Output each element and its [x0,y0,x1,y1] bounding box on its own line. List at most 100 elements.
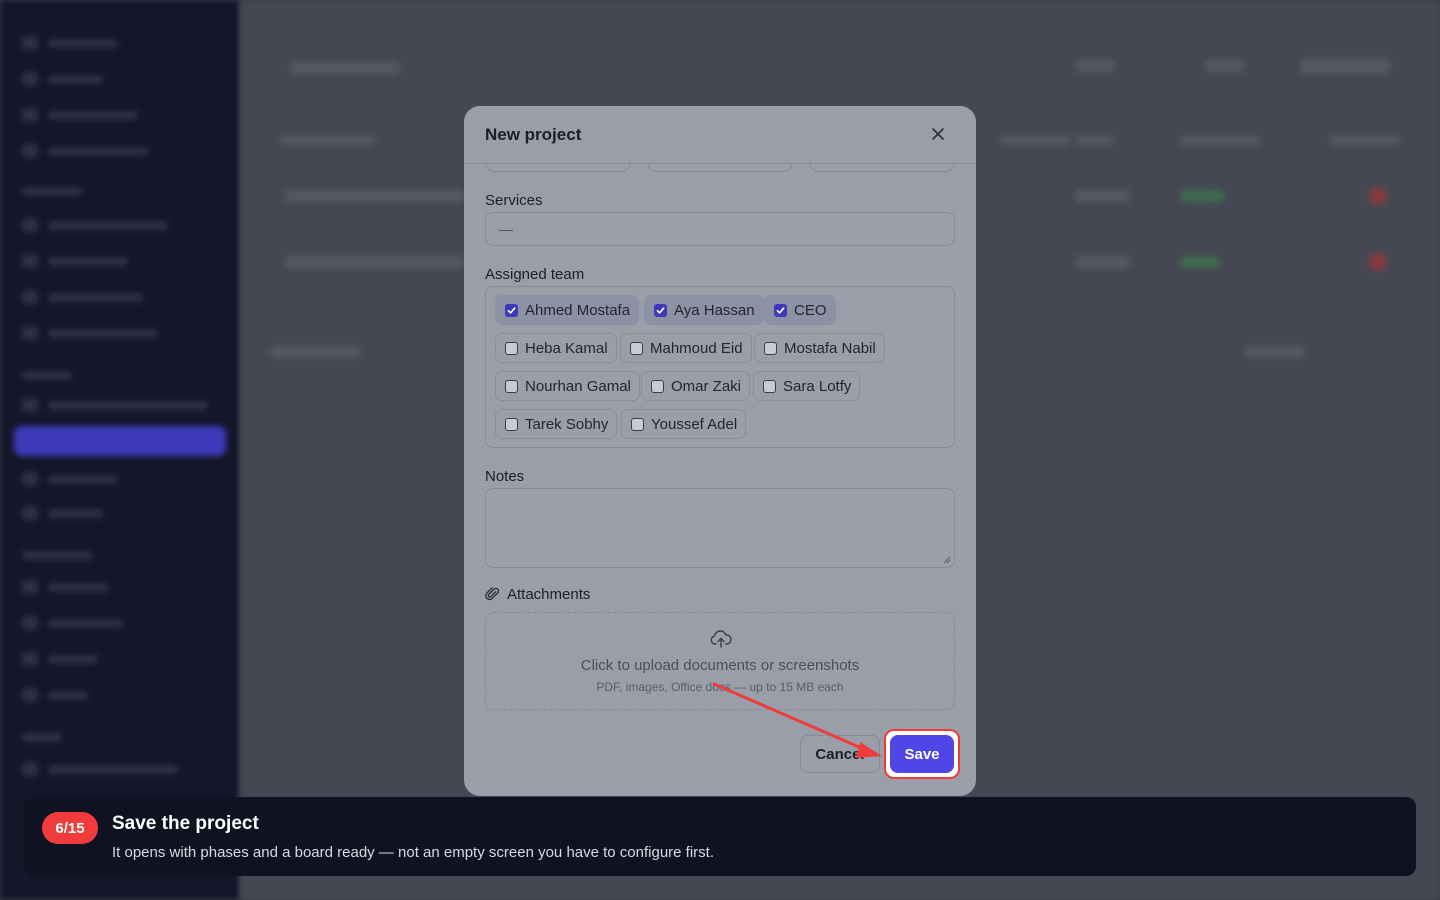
team-member-name: CEO [794,301,827,319]
team-member-name: Heba Kamal [525,339,608,357]
sidebar-item [22,548,92,562]
sidebar-item [22,580,108,594]
team-member-checkbox[interactable]: Heba Kamal [495,333,617,363]
sidebar-item [22,36,118,50]
new-project-modal: New project Services — Assigned team Ahm… [464,106,976,796]
team-member-name: Aya Hassan [674,301,755,319]
delete-icon [1370,188,1386,204]
team-member-name: Sara Lotfy [783,377,852,395]
sidebar-item [22,184,82,198]
checkbox-icon [630,341,643,355]
upload-hint: PDF, images, Office docs — up to 15 MB e… [596,680,844,694]
table-header [1330,136,1400,145]
team-member-name: Mostafa Nabil [784,339,876,357]
services-select[interactable]: — [485,212,955,246]
upload-dropzone[interactable]: Click to upload documents or screenshots… [485,612,955,710]
attachments-heading: Attachments [485,586,590,603]
sidebar-item [22,688,88,702]
upload-instructions: Click to upload documents or screenshots [580,657,860,674]
tour-step-badge: 6/15 [42,812,98,844]
attachments-label: Attachments [507,586,591,603]
resize-grip-icon[interactable] [943,556,951,564]
team-member-name: Omar Zaki [671,377,742,395]
sidebar-item [22,472,118,486]
checkbox-icon [774,303,787,317]
paperclip-icon [485,587,500,601]
delete-icon [1370,254,1386,270]
filter-control [1205,60,1245,72]
sidebar-item [22,762,178,776]
status-badge [1180,256,1220,268]
team-member-checkbox[interactable]: Aya Hassan [644,295,764,325]
close-button[interactable] [926,122,950,146]
checkbox-icon [505,303,518,317]
sidebar-item [22,290,143,304]
checkbox-icon [505,417,518,431]
team-member-checkbox[interactable]: Ahmed Mostafa [495,295,640,325]
team-member-checkbox[interactable]: Mahmoud Eid [620,333,752,363]
table-row [285,190,465,202]
sidebar-item [22,144,148,158]
sidebar-item [22,326,158,340]
checkbox-icon [631,417,644,431]
team-member-checkbox[interactable]: Nourhan Gamal [495,371,640,401]
sidebar-item [22,72,103,86]
table-header [280,136,375,145]
sidebar-item-active [14,426,226,456]
checkbox-icon [505,379,518,393]
table-cell [1075,256,1130,268]
filter-control [1075,60,1115,72]
primary-action [1300,58,1390,74]
sidebar-item [22,616,123,630]
table-header [1000,136,1070,145]
services-label: Services [485,192,543,209]
team-member-name: Mahmoud Eid [650,339,743,357]
notes-label: Notes [485,468,525,485]
checkbox-icon [651,379,664,393]
tour-step-bar: 6/15 Save the project It opens with phas… [24,797,1416,876]
team-member-checkbox[interactable]: Mostafa Nabil [754,333,885,363]
team-member-name: Tarek Sobhy [525,415,609,433]
team-member-name: Ahmed Mostafa [525,301,631,319]
sidebar [0,0,240,900]
pagination-control [1245,346,1305,358]
sidebar-item [22,254,128,268]
search-placeholder-bar [290,62,400,74]
table-cell [1075,190,1130,202]
services-value: — [499,221,513,237]
team-member-checkbox[interactable]: Youssef Adel [621,409,747,439]
team-member-checkbox[interactable]: Tarek Sobhy [495,409,618,439]
notes-textarea[interactable] [485,488,955,568]
status-badge [1180,190,1225,202]
close-icon [932,128,944,140]
checkbox-icon [764,341,777,355]
sidebar-item [22,652,98,666]
modal-header: New project [464,106,976,164]
checkbox-icon [763,379,776,393]
modal-title: New project [485,125,582,144]
cloud-upload-icon [710,630,732,648]
sidebar-item [22,218,168,232]
pagination-info [270,346,360,358]
team-member-name: Youssef Adel [651,415,738,433]
assigned-team-label: Assigned team [485,266,585,283]
tour-step-title: Save the project [112,813,259,834]
table-row [285,256,465,268]
sidebar-item [22,506,103,520]
save-button[interactable]: Save [890,735,954,773]
table-header [1075,136,1115,145]
checkbox-icon [654,303,667,317]
assigned-team-group: Ahmed Mostafa Aya Hassan CEO Heba Kamal … [485,286,955,448]
sidebar-item [22,108,138,122]
team-member-checkbox[interactable]: Sara Lotfy [753,371,861,401]
cancel-button[interactable]: Cancel [800,735,880,773]
table-header [1180,136,1260,145]
sidebar-item [22,398,208,412]
team-member-name: Nourhan Gamal [525,377,631,395]
team-member-checkbox[interactable]: CEO [764,295,836,325]
checkbox-icon [505,341,518,355]
sidebar-item [22,730,62,744]
sidebar-item [22,368,72,382]
team-member-checkbox[interactable]: Omar Zaki [641,371,751,401]
tour-step-description: It opens with phases and a board ready —… [112,844,715,861]
